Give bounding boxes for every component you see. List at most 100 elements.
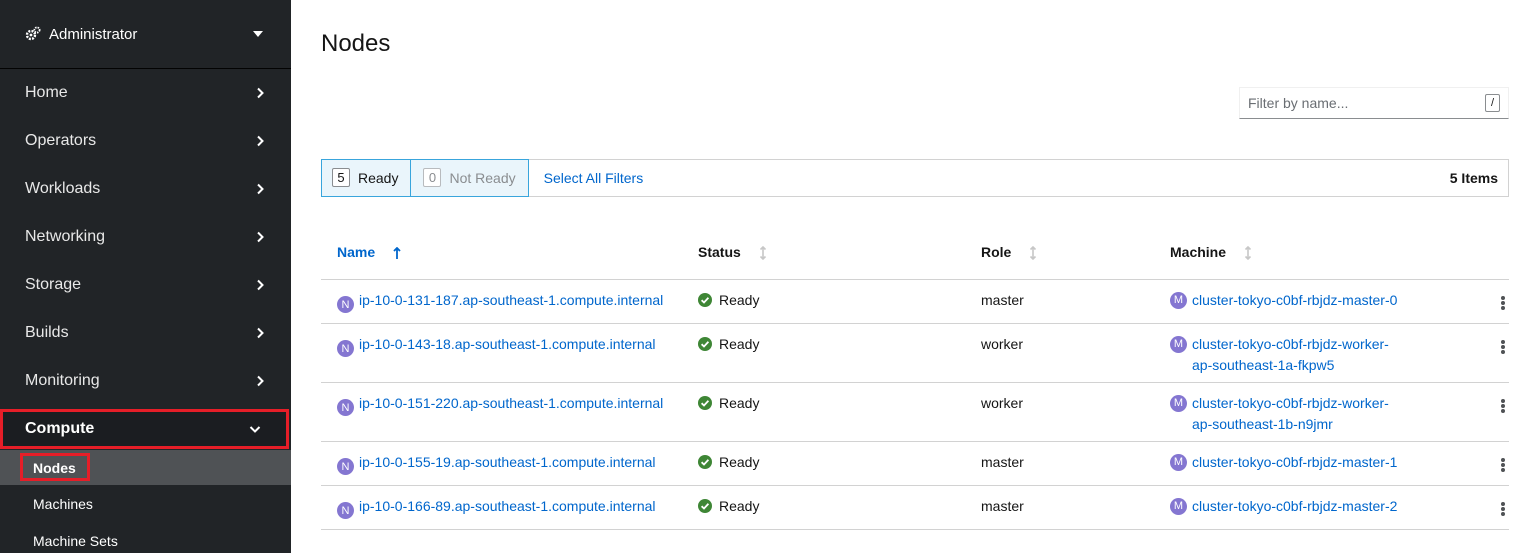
subnav-label: Machine Sets <box>33 532 118 549</box>
machine-link[interactable]: cluster-tokyo-c0bf-rbjdz-master-2 <box>1192 496 1397 517</box>
cell-name: Nip-10-0-131-187.ap-southeast-1.compute.… <box>321 279 698 324</box>
machine-link-line-2: ap-southeast-1a-fkpw5 <box>1192 356 1335 373</box>
filter-ready-button[interactable]: 5 Ready <box>321 158 412 197</box>
column-label: Role <box>981 243 1012 260</box>
machine-link-line-2: ap-southeast-1b-n9jmr <box>1192 415 1333 432</box>
machine-link[interactable]: cluster-tokyo-c0bf-rbjdz-worker-ap-south… <box>1192 334 1389 376</box>
node-badge-icon: N <box>337 399 354 416</box>
column-header-machine[interactable]: Machine <box>1170 225 1495 280</box>
column-label: Status <box>698 243 741 260</box>
table-row: Nip-10-0-155-19.ap-southeast-1.compute.i… <box>321 441 1509 486</box>
machine-link-line-1: cluster-tokyo-c0bf-rbjdz-master-1 <box>1192 453 1398 470</box>
machine-link[interactable]: cluster-tokyo-c0bf-rbjdz-master-1 <box>1192 452 1397 473</box>
cell-actions <box>1494 485 1509 530</box>
cell-machine: Mcluster-tokyo-c0bf-rbjdz-master-1 <box>1170 441 1495 486</box>
chevron-right-icon <box>257 183 264 195</box>
caret-down-icon <box>253 31 263 37</box>
cell-status: Ready <box>698 382 981 442</box>
table-row: Nip-10-0-143-18.ap-southeast-1.compute.i… <box>321 323 1509 383</box>
chevron-down-icon <box>249 426 261 433</box>
keyboard-shortcut-hint: / <box>1485 94 1500 112</box>
machine-badge-icon: M <box>1170 497 1187 515</box>
page-title: Nodes <box>321 30 391 57</box>
cell-actions <box>1494 323 1509 383</box>
chevron-right-icon <box>257 135 264 147</box>
node-badge-icon: N <box>337 296 354 313</box>
filter-input[interactable] <box>1248 95 1485 111</box>
status-text: Ready <box>719 453 760 470</box>
status-text: Ready <box>719 291 760 308</box>
cell-role: master <box>981 279 1170 324</box>
node-link[interactable]: ip-10-0-131-187.ap-southeast-1.compute.i… <box>359 292 663 308</box>
nav-operators[interactable]: Operators <box>0 117 291 165</box>
row-filter-bar: 5 Ready 0 Not Ready Select All Filters 5… <box>321 158 1509 197</box>
machine-link-line-1: cluster-tokyo-c0bf-rbjdz-worker- <box>1192 335 1389 352</box>
nav-builds[interactable]: Builds <box>0 309 291 357</box>
column-header-name[interactable]: Name <box>321 225 698 280</box>
table-row: Nip-10-0-151-220.ap-southeast-1.compute.… <box>321 382 1509 442</box>
chevron-right-icon <box>257 375 264 387</box>
table-row: Nip-10-0-131-187.ap-southeast-1.compute.… <box>321 279 1509 324</box>
cogs-icon <box>25 26 41 41</box>
ready-count: 5 <box>332 168 350 187</box>
nav-workloads[interactable]: Workloads <box>0 165 291 213</box>
nav-label: Networking <box>25 228 106 245</box>
nav-home[interactable]: Home <box>0 69 291 117</box>
node-link[interactable]: ip-10-0-166-89.ap-southeast-1.compute.in… <box>359 498 656 514</box>
sort-icon <box>1244 245 1251 260</box>
kebab-menu-icon[interactable] <box>1500 295 1505 310</box>
kebab-menu-icon[interactable] <box>1500 457 1505 472</box>
node-link[interactable]: ip-10-0-155-19.ap-southeast-1.compute.in… <box>359 454 656 470</box>
status-text: Ready <box>719 497 760 514</box>
sort-ascending-icon <box>393 246 401 259</box>
column-header-role[interactable]: Role <box>981 225 1170 280</box>
filter-not-ready-button[interactable]: 0 Not Ready <box>410 158 529 197</box>
cell-machine: Mcluster-tokyo-c0bf-rbjdz-master-0 <box>1170 279 1495 324</box>
machine-link[interactable]: cluster-tokyo-c0bf-rbjdz-master-0 <box>1192 290 1397 311</box>
nav-label: Storage <box>25 276 82 293</box>
cell-name: Nip-10-0-155-19.ap-southeast-1.compute.i… <box>321 441 698 486</box>
nav-networking[interactable]: Networking <box>0 213 291 261</box>
subnav-machines[interactable]: Machines <box>0 485 291 522</box>
sort-icon <box>759 245 766 260</box>
not-ready-count: 0 <box>423 168 442 187</box>
cell-name: Nip-10-0-143-18.ap-southeast-1.compute.i… <box>321 323 698 383</box>
node-badge-icon: N <box>337 502 354 519</box>
nav-storage[interactable]: Storage <box>0 261 291 309</box>
cell-machine: Mcluster-tokyo-c0bf-rbjdz-master-2 <box>1170 485 1495 530</box>
machine-link[interactable]: cluster-tokyo-c0bf-rbjdz-worker-ap-south… <box>1192 393 1389 435</box>
node-link[interactable]: ip-10-0-151-220.ap-southeast-1.compute.i… <box>359 395 663 411</box>
machine-badge-icon: M <box>1170 394 1187 412</box>
subnav-label: Nodes <box>33 459 76 476</box>
nav-compute[interactable]: Compute <box>0 409 289 449</box>
cell-machine: Mcluster-tokyo-c0bf-rbjdz-worker-ap-sout… <box>1170 323 1495 383</box>
chevron-right-icon <box>257 279 264 291</box>
filter-by-name[interactable]: / <box>1239 87 1509 119</box>
select-all-filters-link[interactable]: Select All Filters <box>544 170 644 186</box>
nav-monitoring[interactable]: Monitoring <box>0 357 291 405</box>
chevron-right-icon <box>257 327 264 339</box>
kebab-menu-icon[interactable] <box>1500 339 1505 354</box>
kebab-menu-icon[interactable] <box>1500 501 1505 516</box>
column-label: Name <box>337 243 376 260</box>
subnav-nodes[interactable]: Nodes <box>0 450 291 485</box>
cell-name: Nip-10-0-151-220.ap-southeast-1.compute.… <box>321 382 698 442</box>
subnav-label: Machines <box>33 495 93 512</box>
column-header-status[interactable]: Status <box>698 225 981 280</box>
cell-actions <box>1494 279 1509 324</box>
node-link[interactable]: ip-10-0-143-18.ap-southeast-1.compute.in… <box>359 336 656 352</box>
perspective-label: Administrator <box>49 25 138 43</box>
status-text: Ready <box>719 335 760 352</box>
nav-label: Compute <box>25 420 95 437</box>
kebab-menu-icon[interactable] <box>1500 398 1505 413</box>
table-header-row: Name Status Role Machine <box>321 225 1509 280</box>
sort-icon <box>1030 245 1037 260</box>
perspective-switcher[interactable]: Administrator <box>0 0 291 69</box>
cell-role: master <box>981 485 1170 530</box>
cell-role: worker <box>981 382 1170 442</box>
check-circle-icon <box>698 336 712 351</box>
cell-status: Ready <box>698 323 981 383</box>
check-circle-icon <box>698 454 712 469</box>
subnav-machine-sets[interactable]: Machine Sets <box>0 522 291 553</box>
check-circle-icon <box>698 498 712 513</box>
